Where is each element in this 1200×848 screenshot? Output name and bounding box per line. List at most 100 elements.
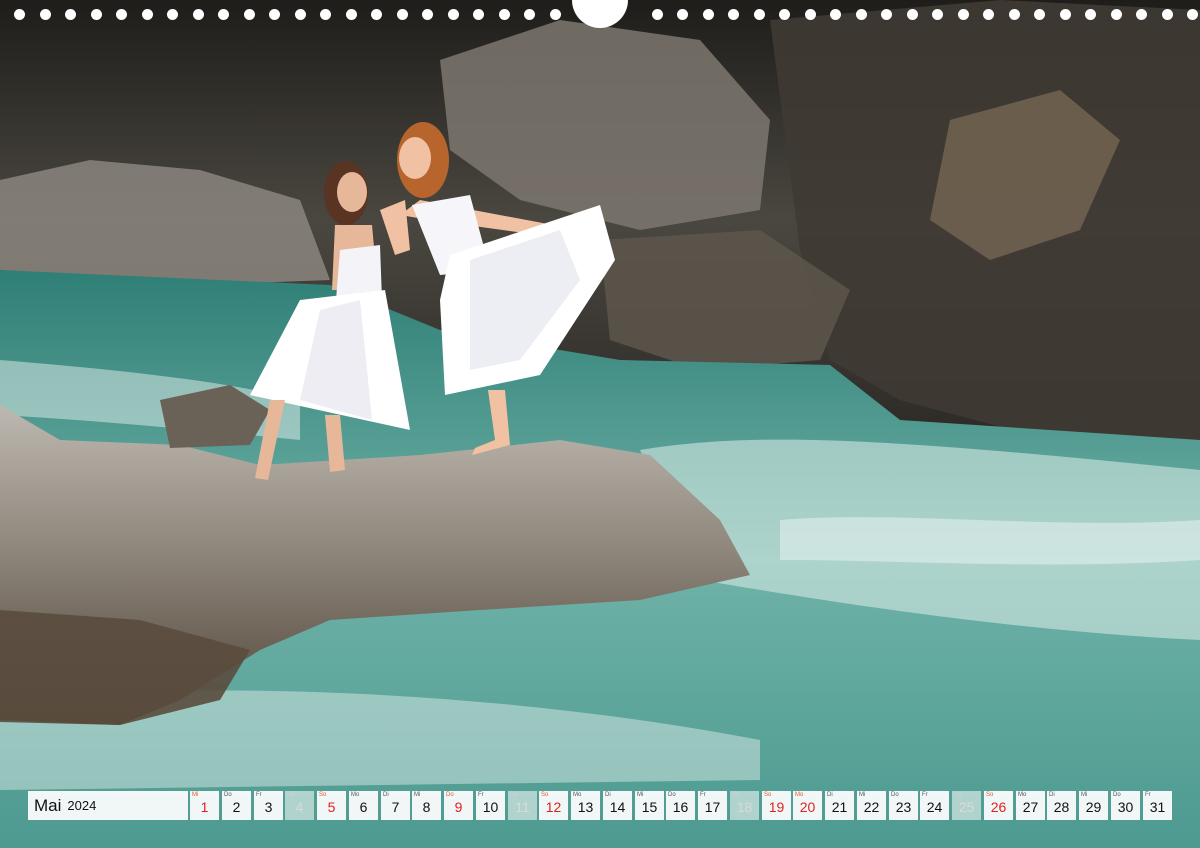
binding-hole (1111, 9, 1122, 20)
weekday-label: Sa (510, 792, 518, 798)
day-number: 19 (768, 799, 785, 815)
binding-hole (14, 9, 25, 20)
day-number: 11 (515, 799, 530, 815)
day-number: 20 (799, 799, 816, 815)
day-number: 21 (831, 799, 848, 815)
binding-hole (116, 9, 127, 20)
binding-hole (1034, 9, 1045, 20)
binding-hole (932, 9, 943, 20)
weekday-label: Do (668, 792, 676, 798)
calendar-day: Sa 11 (508, 791, 537, 820)
calendar-day: Do 16 (666, 791, 695, 820)
calendar-day: Fr 31 (1143, 791, 1172, 820)
weekday-label: Mo (573, 792, 582, 798)
day-number: 29 (1085, 799, 1102, 815)
weekday-label: Do (224, 792, 232, 798)
calendar-day: Do 9 (444, 791, 473, 820)
day-number: 30 (1117, 799, 1134, 815)
weekday-label: Do (446, 792, 454, 798)
calendar-day: Mi 8 (412, 791, 441, 820)
weekday-label: Mi (192, 792, 199, 798)
binding-hole (193, 9, 204, 20)
weekday-label: Di (1049, 792, 1055, 798)
binding-hole (371, 9, 382, 20)
day-number: 25 (958, 799, 975, 815)
weekday-label: Mo (795, 792, 804, 798)
day-number: 16 (672, 799, 689, 815)
day-number: 9 (454, 799, 463, 815)
binding-hole (754, 9, 765, 20)
calendar-day: Mi 22 (857, 791, 886, 820)
weekday-label: So (764, 792, 772, 798)
binding-hole (1187, 9, 1198, 20)
binding-hole (881, 9, 892, 20)
binding-hole (218, 9, 229, 20)
weekday-label: Mo (351, 792, 360, 798)
binding-hole (1060, 9, 1071, 20)
binding-hole (550, 9, 561, 20)
weekday-label: Sa (287, 792, 295, 798)
calendar-day: Di 21 (825, 791, 854, 820)
weekday-label: Fr (922, 792, 928, 798)
calendar-day: Fr 10 (476, 791, 505, 820)
binding-hole (983, 9, 994, 20)
binding-hole (1009, 9, 1020, 20)
weekday-label: Sa (732, 792, 740, 798)
calendar-day: So 12 (539, 791, 568, 820)
day-number: 27 (1022, 799, 1039, 815)
calendar-day: Mi 15 (635, 791, 664, 820)
day-number: 22 (863, 799, 880, 815)
calendar-day: So 19 (762, 791, 791, 820)
calendar-day: Di 7 (381, 791, 410, 820)
binding-hole (499, 9, 510, 20)
calendar-day: Fr 3 (254, 791, 283, 820)
calendar-day: Sa 25 (952, 791, 981, 820)
binding-hole (448, 9, 459, 20)
calendar-day: Sa 18 (730, 791, 759, 820)
day-number: 31 (1149, 799, 1166, 815)
weekday-label: Mo (1018, 792, 1027, 798)
ballet-dancers-photo (0, 0, 1200, 848)
binding-hole (907, 9, 918, 20)
binding-hole (830, 9, 841, 20)
binding-hole (320, 9, 331, 20)
calendar-day: Mi 29 (1079, 791, 1108, 820)
binding-hole (1136, 9, 1147, 20)
weekday-label: Mi (637, 792, 644, 798)
binding-hole (524, 9, 535, 20)
day-number: 14 (609, 799, 626, 815)
weekday-label: Do (891, 792, 899, 798)
binding-hole (779, 9, 790, 20)
day-number: 3 (264, 799, 273, 815)
month-year: 2024 (67, 798, 97, 813)
calendar-day: Di 14 (603, 791, 632, 820)
month-label: Mai 2024 (28, 791, 188, 820)
binding-hole (244, 9, 255, 20)
binding-hole (473, 9, 484, 20)
weekday-label: Mi (859, 792, 866, 798)
binding-hole (1085, 9, 1096, 20)
weekday-label: So (541, 792, 549, 798)
weekday-label: Mi (414, 792, 421, 798)
day-number: 24 (926, 799, 943, 815)
calendar-day: So 5 (317, 791, 346, 820)
binding-hole (295, 9, 306, 20)
calendar-day: Fr 17 (698, 791, 727, 820)
calendar-day: Sa 4 (285, 791, 314, 820)
day-number: 7 (391, 799, 400, 815)
weekday-label: Di (827, 792, 833, 798)
weekday-label: So (319, 792, 327, 798)
calendar-day: Mo 6 (349, 791, 378, 820)
calendar-day: Mo 27 (1016, 791, 1045, 820)
month-name: Mai (34, 795, 62, 815)
weekday-label: Do (1113, 792, 1121, 798)
binding-hole (1162, 9, 1173, 20)
day-number: 10 (482, 799, 499, 815)
calendar-day: Do 2 (222, 791, 251, 820)
day-number: 18 (736, 799, 753, 815)
binding-hole (397, 9, 408, 20)
day-number: 17 (704, 799, 721, 815)
calendar-day: Mo 20 (793, 791, 822, 820)
binding-hole (167, 9, 178, 20)
weekday-label: Fr (478, 792, 484, 798)
